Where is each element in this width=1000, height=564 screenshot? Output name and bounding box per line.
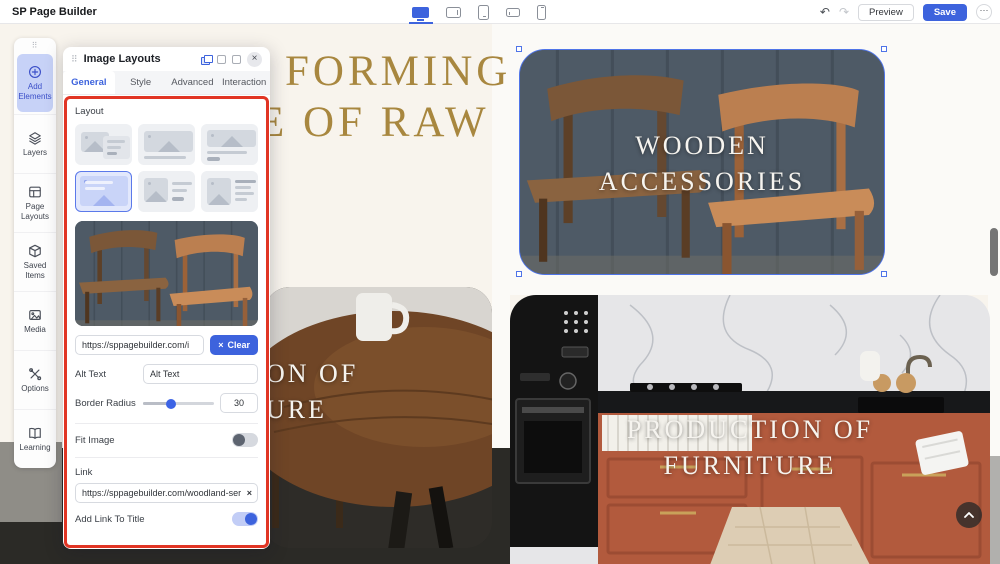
sidebar-item-saved-items[interactable]: Saved Items	[14, 232, 56, 291]
clear-image-button[interactable]: × Clear	[210, 335, 258, 355]
tab-interaction[interactable]: Interaction	[218, 71, 270, 94]
tab-general[interactable]: General	[63, 71, 115, 94]
selection-handle[interactable]	[516, 271, 522, 277]
image-icon	[28, 308, 42, 322]
tablet-portrait-view-icon[interactable]	[478, 5, 489, 20]
page-headline-line1: FORMING	[285, 47, 511, 96]
fit-image-toggle[interactable]	[232, 433, 258, 447]
panel-tabs: General Style Advanced Interaction	[63, 71, 270, 95]
app-window: SP Page Builder ↶ ↷ Preview Save ⋯ FORMI…	[0, 0, 1000, 564]
mobile-landscape-view-icon[interactable]	[506, 8, 520, 17]
tablet-landscape-view-icon[interactable]	[446, 7, 461, 18]
add-link-to-title-toggle[interactable]	[232, 512, 258, 526]
kitchen-image-card[interactable]	[510, 295, 990, 564]
scroll-to-top-button[interactable]	[956, 502, 982, 528]
dock-right-icon[interactable]	[232, 55, 241, 64]
selection-handle[interactable]	[881, 46, 887, 52]
sidebar-drag-handle[interactable]: ⠿	[14, 38, 56, 52]
undo-icon[interactable]: ↶	[820, 6, 830, 18]
duplicate-panel-icon[interactable]	[201, 55, 211, 64]
layout-option-image-left-list[interactable]	[201, 171, 258, 212]
dock-left-icon[interactable]	[217, 55, 226, 64]
layout-option-image-left[interactable]	[138, 171, 195, 212]
layout-option-image-top[interactable]	[138, 124, 195, 165]
selected-image-preview[interactable]	[75, 221, 258, 326]
clear-x-icon: ×	[218, 340, 223, 350]
sidebar-item-learning[interactable]: Learning	[14, 409, 56, 468]
page-headline-line2: E OF RAW	[258, 98, 490, 147]
border-radius-input[interactable]	[220, 393, 258, 413]
sidebar-item-page-layouts[interactable]: Page Layouts	[14, 173, 56, 232]
table-photo	[264, 287, 492, 548]
panel-title: Image Layouts	[84, 53, 195, 65]
chairs-photo-preview	[75, 221, 258, 326]
more-options-button[interactable]: ⋯	[976, 4, 992, 20]
active-device-underline	[409, 22, 433, 24]
layout-section-label: Layout	[75, 106, 258, 117]
book-icon	[28, 426, 42, 440]
image-layouts-panel: ⠿ Image Layouts × General Style Advanced…	[63, 47, 270, 549]
selection-handle[interactable]	[516, 46, 522, 52]
border-radius-slider[interactable]	[143, 396, 214, 410]
sidebar-item-layers[interactable]: Layers	[14, 114, 56, 173]
table-image-card[interactable]	[264, 287, 492, 548]
slider-knob[interactable]	[166, 399, 176, 409]
layout-option-overlay-selected[interactable]	[75, 171, 132, 212]
save-button[interactable]: Save	[923, 4, 967, 21]
sidebar-item-media[interactable]: Media	[14, 291, 56, 350]
selection-handle[interactable]	[881, 271, 887, 277]
builder-sidebar: ⠿ Add Elements Layers Page Layouts Saved…	[14, 38, 56, 468]
device-switcher	[412, 0, 546, 24]
close-panel-icon[interactable]: ×	[247, 52, 262, 67]
panel-drag-handle[interactable]: ⠿	[71, 54, 78, 65]
layout-option-overlap-card[interactable]	[75, 124, 132, 165]
chairs-photo	[520, 50, 884, 274]
add-link-to-title-label: Add Link To Title	[75, 514, 145, 525]
preview-button[interactable]: Preview	[858, 4, 914, 21]
image-url-input[interactable]	[75, 335, 204, 355]
page-layout-icon	[28, 185, 42, 199]
link-label: Link	[75, 467, 92, 478]
panel-header: ⠿ Image Layouts ×	[63, 47, 270, 71]
sidebar-item-options[interactable]: Options	[14, 350, 56, 409]
plus-circle-icon	[28, 65, 42, 79]
wooden-accessories-card[interactable]	[519, 49, 885, 275]
tools-icon	[28, 367, 42, 381]
window-scrollbar[interactable]	[990, 228, 998, 276]
layers-icon	[28, 131, 42, 145]
topbar: SP Page Builder ↶ ↷ Preview Save ⋯	[0, 0, 1000, 24]
redo-icon[interactable]: ↷	[839, 6, 849, 18]
kitchen-photo	[510, 295, 990, 564]
alt-text-label: Alt Text	[75, 369, 137, 380]
layout-option-image-top-button[interactable]	[201, 124, 258, 165]
alt-text-input[interactable]	[143, 364, 258, 384]
highlighted-settings-region: Layout	[64, 96, 269, 548]
app-title: SP Page Builder	[12, 6, 97, 18]
sidebar-item-add-elements[interactable]: Add Elements	[17, 54, 53, 112]
tab-advanced[interactable]: Advanced	[167, 71, 219, 94]
cube-icon	[28, 244, 42, 258]
link-input[interactable]	[75, 483, 258, 503]
desktop-view-icon[interactable]	[412, 7, 429, 18]
tab-style[interactable]: Style	[115, 71, 167, 94]
layout-options-grid	[75, 124, 258, 212]
fit-image-label: Fit Image	[75, 435, 115, 446]
chevron-up-icon	[964, 512, 974, 518]
border-radius-label: Border Radius	[75, 398, 137, 409]
link-clear-icon[interactable]: ×	[247, 487, 252, 500]
mobile-portrait-view-icon[interactable]	[537, 5, 546, 20]
